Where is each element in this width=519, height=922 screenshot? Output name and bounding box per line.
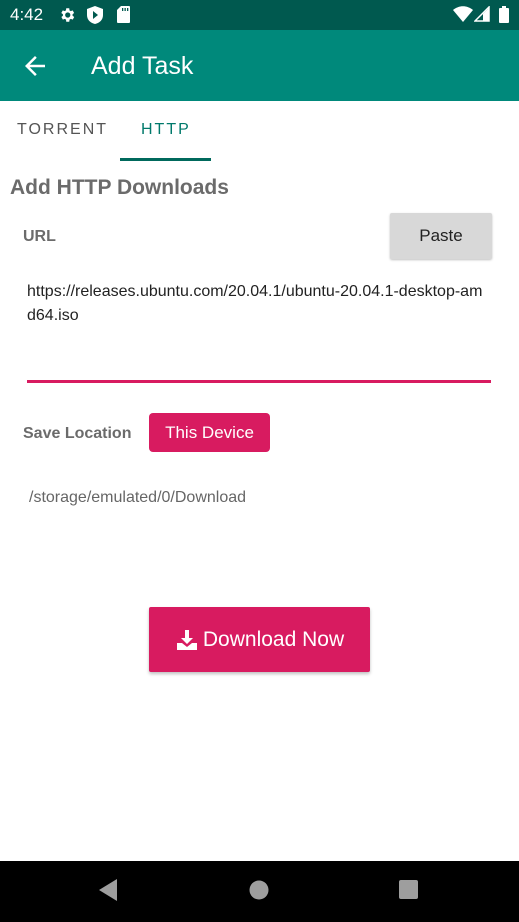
tab-http[interactable]: HTTP — [141, 121, 191, 139]
url-input-underline — [27, 380, 491, 383]
url-label: URL — [23, 228, 56, 245]
save-location-label: Save Location — [23, 425, 132, 442]
app-bar: Add Task — [0, 30, 519, 101]
url-input[interactable]: https://releases.ubuntu.com/20.04.1/ubun… — [27, 280, 491, 380]
signal-icon — [474, 6, 490, 22]
wifi-icon — [453, 6, 473, 22]
section-title: Add HTTP Downloads — [10, 176, 229, 199]
this-device-button[interactable]: This Device — [149, 413, 270, 452]
paste-button[interactable]: Paste — [390, 213, 492, 259]
navigation-bar — [0, 861, 519, 922]
status-time: 4:42 — [10, 5, 44, 24]
home-icon[interactable] — [249, 879, 269, 901]
tab-torrent[interactable]: TORRENT — [17, 121, 108, 139]
status-bar: 4:42 — [0, 0, 519, 30]
shield-play-icon — [87, 6, 103, 24]
download-icon — [176, 629, 197, 650]
arrow-left-icon[interactable] — [20, 51, 50, 81]
tab-indicator — [120, 158, 211, 161]
sd-card-icon — [117, 6, 130, 23]
page-title: Add Task — [91, 52, 194, 80]
download-now-label: Download Now — [202, 627, 345, 651]
recents-icon[interactable] — [399, 879, 419, 901]
save-path: /storage/emulated/0/Download — [29, 489, 247, 506]
back-icon[interactable] — [99, 879, 119, 901]
gear-icon — [61, 8, 75, 22]
battery-icon — [499, 6, 509, 23]
tab-bar: TORRENT HTTP — [0, 101, 519, 161]
download-now-button[interactable]: Download Now — [149, 607, 370, 672]
